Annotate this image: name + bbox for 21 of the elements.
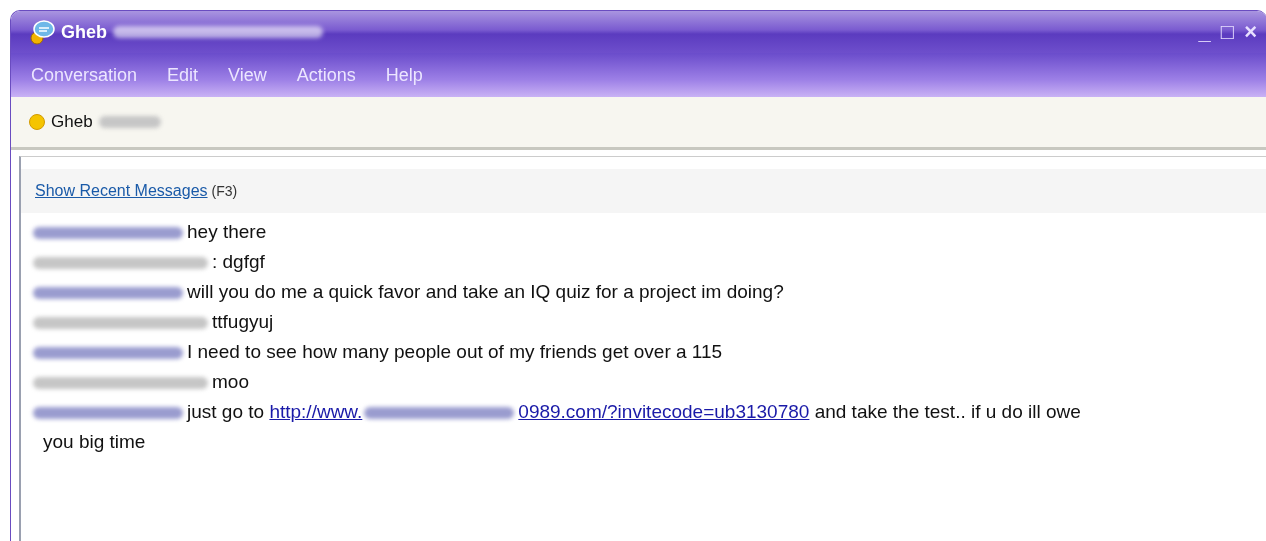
chat-message: : dgfgf [33, 247, 1083, 277]
show-recent-link[interactable]: Show Recent Messages [35, 182, 208, 200]
message-link[interactable]: http://www. 0989.com/?invitecode=ub3130780 [269, 401, 810, 422]
chat-message: will you do me a quick favor and take an IQ quiz for a project im doing? [33, 277, 1083, 307]
chat-message: I need to see how many people out of my friends get over a 115 [33, 337, 1083, 367]
menu-item[interactable]: View [228, 64, 267, 86]
chat-message: moo [33, 367, 1083, 397]
menu-item[interactable]: Actions [296, 64, 356, 86]
minimize-button[interactable]: _ [1196, 21, 1213, 43]
chat-message: just go to http://www. 0989.com/?invitecode=ub3130780 and take the test.. if u do ill owe you big time [33, 397, 1083, 457]
shortcut-hint: (F3) [211, 183, 238, 199]
menu-item[interactable]: Edit [167, 64, 199, 86]
maximize-button[interactable]: □ [1218, 21, 1237, 43]
contact-name: Gheb [51, 112, 93, 132]
close-button[interactable]: × [1242, 21, 1259, 43]
menu-item[interactable]: Conversation [31, 64, 138, 86]
window-title: Gheb [61, 21, 107, 43]
menu-item[interactable]: Help [385, 64, 423, 86]
chat-message: ttfugyuj [33, 307, 1083, 337]
chat-bubble-icon [29, 19, 55, 45]
chat-message: hey there [33, 217, 1083, 247]
